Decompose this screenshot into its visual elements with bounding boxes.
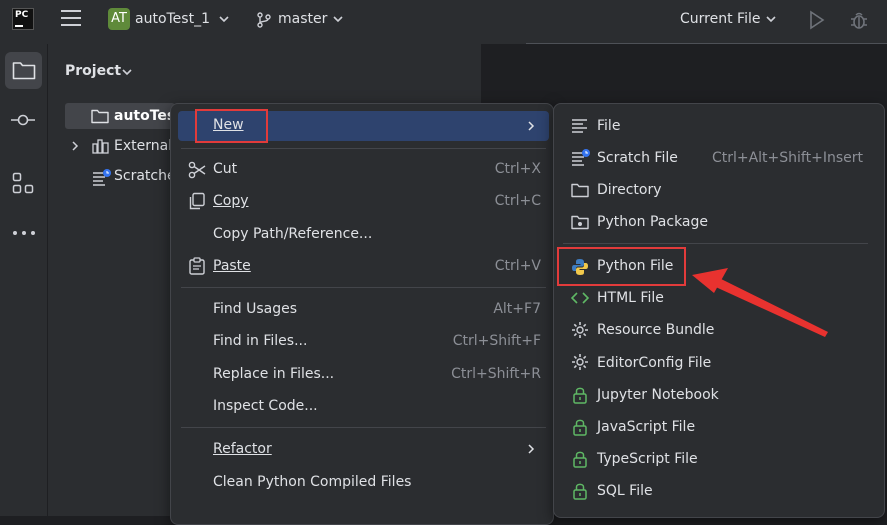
shortcut-paste: Ctrl+V bbox=[494, 258, 541, 274]
menu-item-copy-path[interactable]: Copy Path/Reference... bbox=[213, 226, 372, 242]
project-name[interactable]: autoTest_1 bbox=[135, 11, 210, 27]
menu-item-new-label: New bbox=[213, 117, 244, 133]
annotation-arrow bbox=[692, 268, 828, 337]
tree-item-external-libraries[interactable]: External bbox=[114, 138, 172, 154]
submenu-item-html-file[interactable]: HTML File bbox=[597, 290, 664, 306]
html-icon bbox=[570, 290, 590, 310]
branch-icon[interactable] bbox=[256, 12, 272, 32]
lock-icon bbox=[572, 386, 588, 408]
shortcut-scratch-file: Ctrl+Alt+Shift+Insert bbox=[711, 150, 863, 166]
lock-icon bbox=[572, 482, 588, 504]
scratches-icon bbox=[92, 168, 112, 190]
menu-item-paste[interactable]: Paste bbox=[213, 258, 251, 274]
menu-item-find-in-files[interactable]: Find in Files... bbox=[213, 333, 307, 349]
text-file-icon bbox=[571, 118, 589, 138]
main-menu-icon[interactable] bbox=[61, 10, 81, 26]
gear-icon bbox=[571, 321, 589, 343]
tree-item-scratches[interactable]: Scratche bbox=[114, 168, 176, 184]
separator bbox=[181, 287, 546, 288]
separator bbox=[563, 243, 868, 244]
separator bbox=[181, 148, 546, 149]
paste-icon bbox=[188, 257, 206, 279]
menu-item-clean-python[interactable]: Clean Python Compiled Files bbox=[213, 474, 411, 490]
gear-icon bbox=[571, 353, 589, 375]
project-avatar[interactable]: AT bbox=[108, 8, 130, 30]
menu-item-inspect-code[interactable]: Inspect Code... bbox=[213, 398, 318, 414]
chevron-down-icon[interactable] bbox=[332, 13, 344, 29]
chevron-down-icon[interactable] bbox=[218, 13, 230, 28]
more-icon[interactable] bbox=[12, 225, 36, 241]
submenu-item-editorconfig-file[interactable]: EditorConfig File bbox=[597, 355, 711, 371]
branch-name[interactable]: master bbox=[278, 11, 327, 27]
shortcut-find-usages: Alt+F7 bbox=[493, 301, 541, 317]
run-config-selector[interactable]: Current File bbox=[680, 11, 760, 27]
menu-item-copy[interactable]: Copy bbox=[213, 193, 249, 209]
scratch-file-icon bbox=[571, 148, 591, 170]
chevron-right-icon[interactable] bbox=[70, 140, 80, 156]
debug-icon[interactable] bbox=[848, 9, 870, 35]
lock-icon bbox=[572, 450, 588, 472]
lock-icon bbox=[572, 418, 588, 440]
submenu-item-directory[interactable]: Directory bbox=[597, 182, 662, 198]
submenu-item-python-file[interactable]: Python File bbox=[597, 258, 673, 274]
folder-icon bbox=[571, 182, 589, 202]
submenu-item-typescript-file[interactable]: TypeScript File bbox=[597, 451, 698, 467]
menu-item-cut[interactable]: Cut bbox=[213, 161, 237, 177]
copy-icon bbox=[188, 192, 206, 214]
shortcut-copy: Ctrl+C bbox=[494, 193, 541, 209]
shortcut-replace-in-files: Ctrl+Shift+R bbox=[451, 366, 541, 382]
commit-icon[interactable] bbox=[10, 112, 36, 132]
chevron-down-icon[interactable] bbox=[121, 66, 133, 82]
pycharm-logo-icon[interactable]: PC bbox=[12, 8, 34, 30]
separator bbox=[181, 427, 546, 428]
python-icon bbox=[571, 258, 589, 280]
submenu-item-file[interactable]: File bbox=[597, 118, 620, 134]
submenu-item-scratch-file[interactable]: Scratch File bbox=[597, 150, 678, 166]
menu-item-refactor[interactable]: Refactor bbox=[213, 441, 272, 457]
folder-icon bbox=[91, 108, 109, 128]
python-package-icon bbox=[571, 214, 589, 234]
chevron-down-icon[interactable] bbox=[765, 13, 777, 29]
submenu-item-jupyter-notebook[interactable]: Jupyter Notebook bbox=[597, 387, 719, 403]
libraries-icon bbox=[92, 138, 110, 158]
chevron-right-icon bbox=[526, 443, 536, 459]
shortcut-cut: Ctrl+X bbox=[494, 161, 541, 177]
menu-item-find-usages[interactable]: Find Usages bbox=[213, 301, 297, 317]
shortcut-find-in-files: Ctrl+Shift+F bbox=[452, 333, 541, 349]
folder-icon[interactable] bbox=[12, 60, 36, 84]
chevron-right-icon bbox=[526, 120, 536, 136]
submenu-item-javascript-file[interactable]: JavaScript File bbox=[597, 419, 695, 435]
run-icon[interactable] bbox=[808, 10, 826, 34]
structure-icon[interactable] bbox=[12, 172, 34, 198]
submenu-item-sql-file[interactable]: SQL File bbox=[597, 483, 653, 499]
menu-item-replace-in-files[interactable]: Replace in Files... bbox=[213, 366, 334, 382]
submenu-item-python-package[interactable]: Python Package bbox=[597, 214, 708, 230]
scissors-icon bbox=[188, 161, 206, 183]
panel-title[interactable]: Project bbox=[65, 63, 121, 79]
